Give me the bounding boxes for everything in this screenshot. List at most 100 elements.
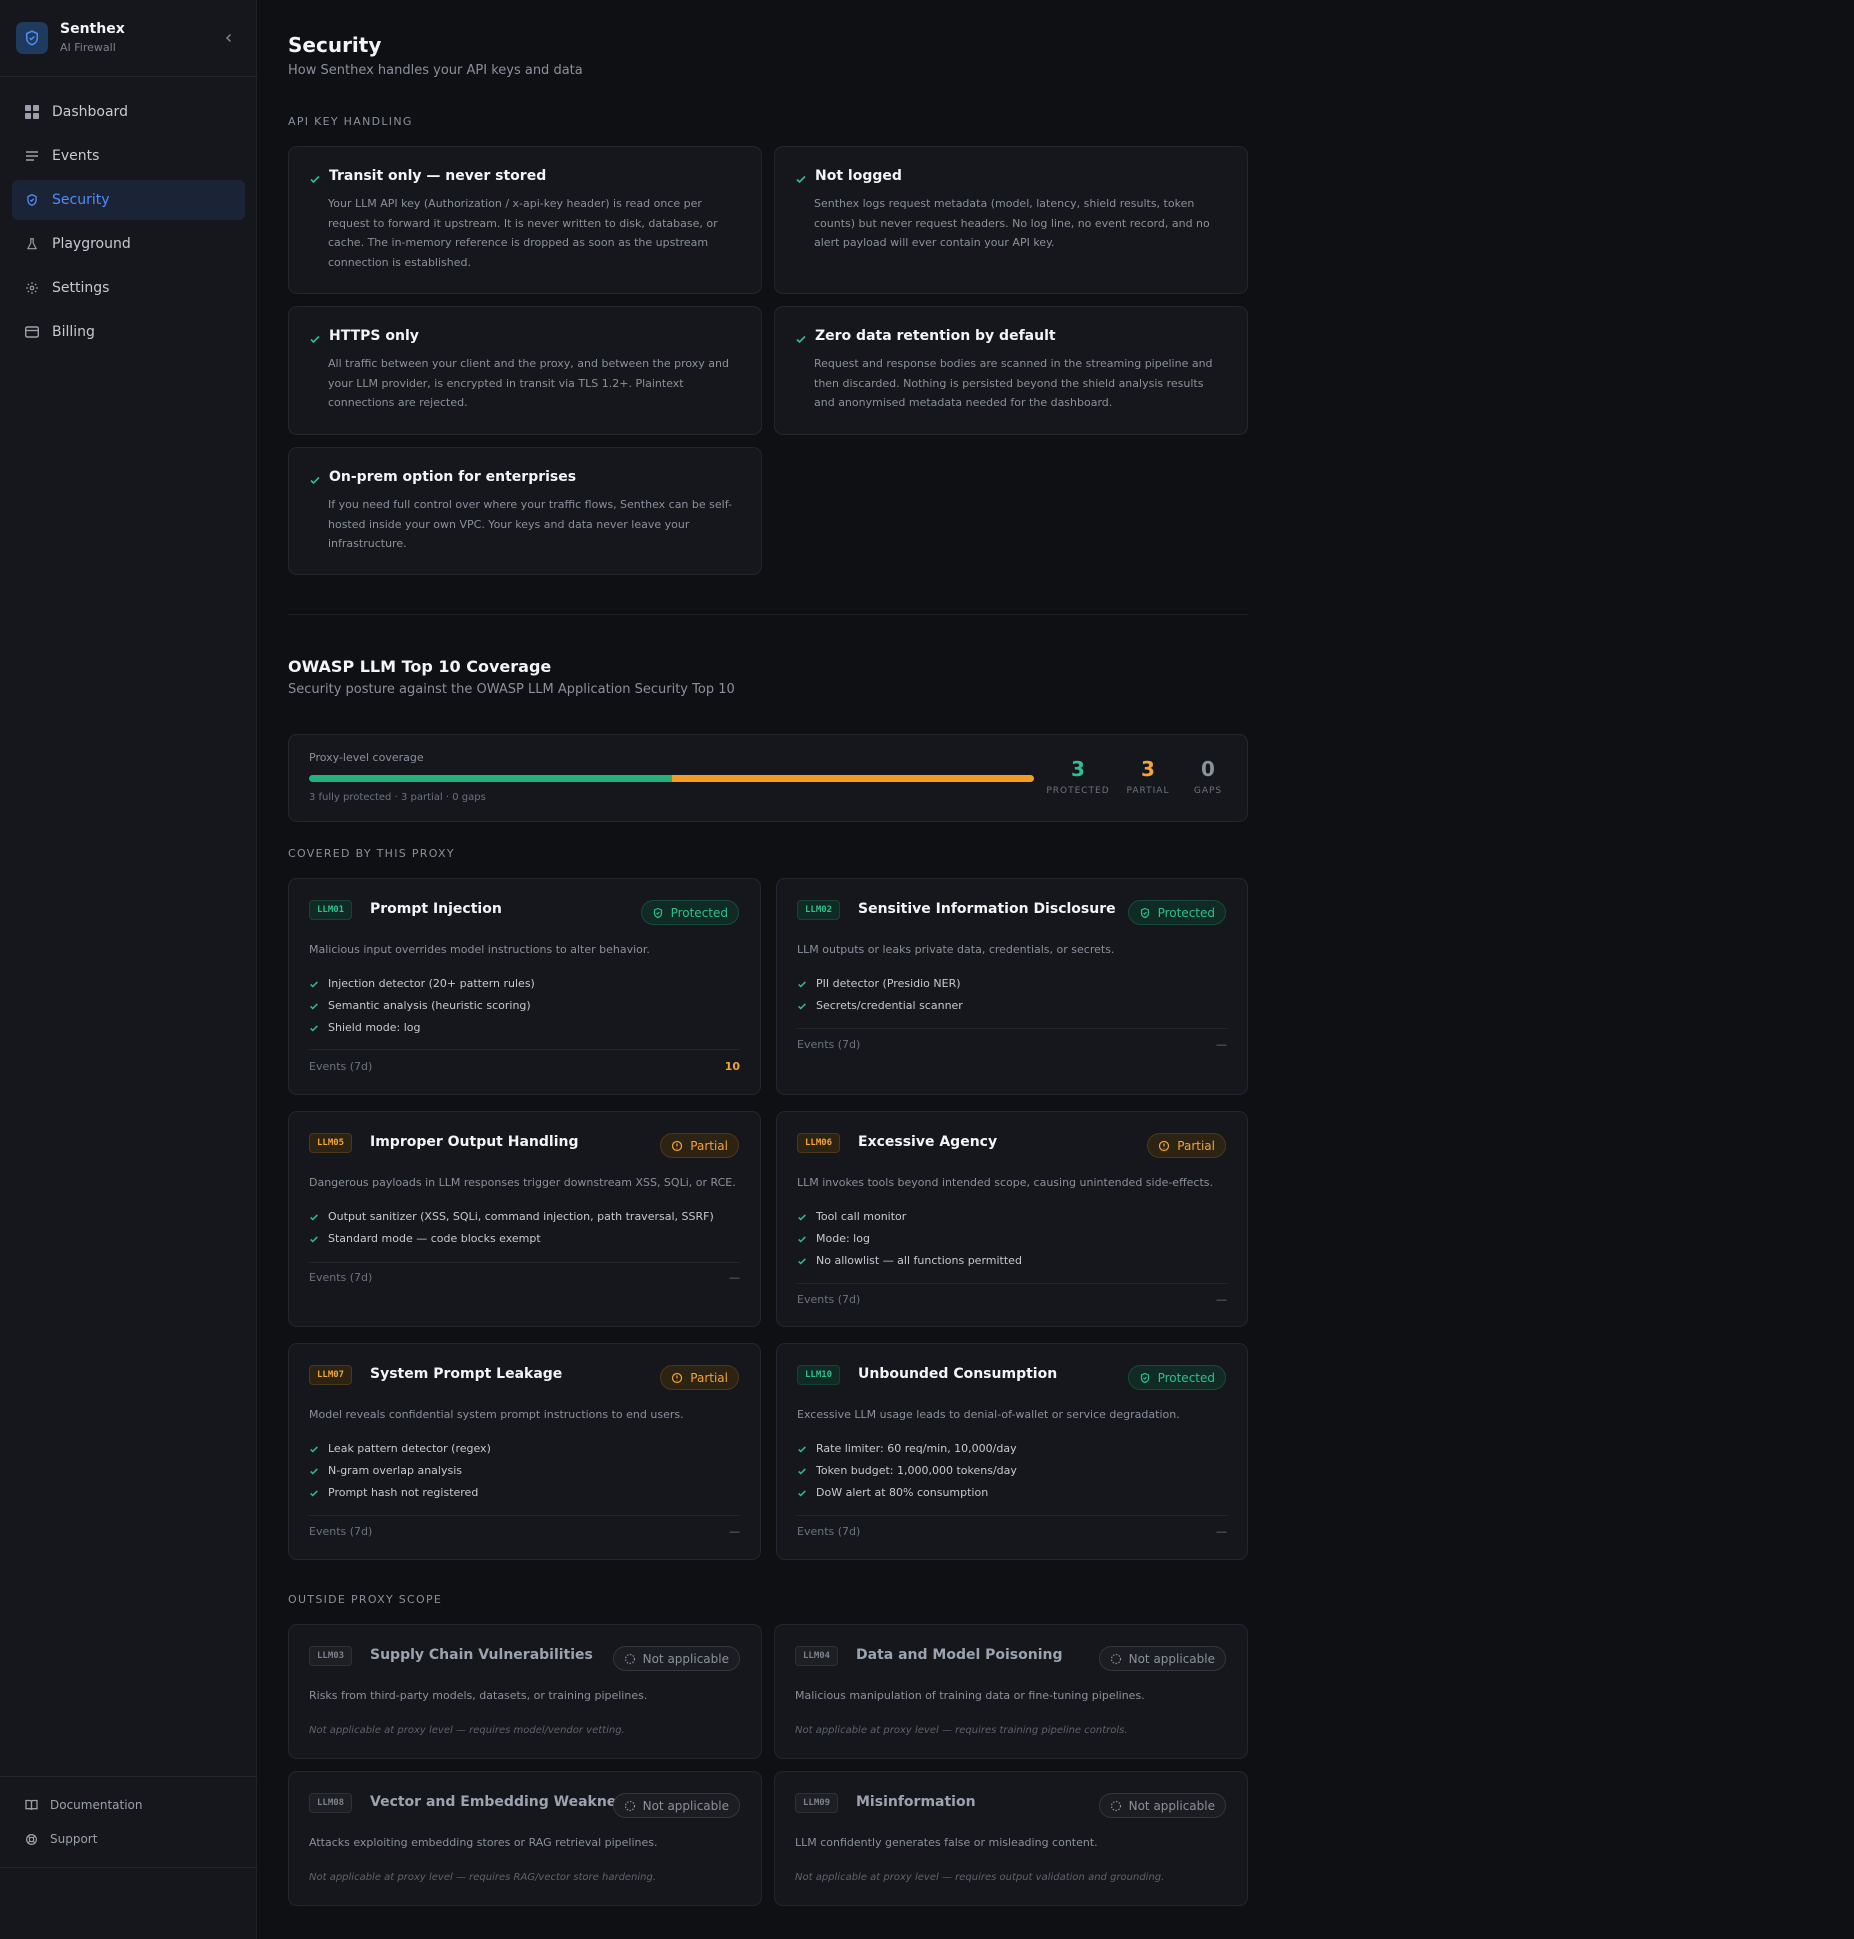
feature-text: Injection detector (20+ pattern rules) [328, 977, 535, 990]
owasp-title: OWASP LLM Top 10 Coverage [288, 657, 552, 676]
alert-circle-icon [672, 1140, 683, 1151]
feature-text: Rate limiter: 60 req/min, 10,000/day [816, 1442, 1017, 1455]
owasp-card-description: Excessive LLM usage leads to denial-of-w… [797, 1408, 1180, 1421]
check-icon [798, 1467, 806, 1475]
events-divider [797, 1028, 1227, 1029]
feature-item: Token budget: 1,000,000 tokens/day [797, 1464, 1017, 1477]
status-badge: Partial [660, 1365, 739, 1390]
owasp-code: LLM03 [309, 1646, 353, 1666]
feature-text: Mode: log [816, 1232, 870, 1245]
events-label: Events (7d) [309, 1525, 373, 1538]
owasp-card-title: Supply Chain Vulnerabilities [370, 1647, 593, 1663]
owasp-code: LLM05 [309, 1133, 353, 1153]
owasp-card-title: Vector and Embedding Weaknesses [370, 1794, 651, 1810]
sidebar: Senthex AI Firewall Dashboard Events Sec… [0, 0, 257, 1939]
feature-item: DoW alert at 80% consumption [797, 1486, 988, 1499]
key-card-title: Not logged [815, 168, 902, 184]
owasp-code: LLM04 [795, 1646, 839, 1666]
sidebar-item-dashboard[interactable]: Dashboard [12, 92, 245, 132]
status-badge: Not applicable [1098, 1793, 1226, 1818]
events-label: Events (7d) [797, 1525, 861, 1538]
status-label: Protected [670, 905, 728, 920]
check-icon [310, 1489, 318, 1497]
not-applicable-note: Not applicable at proxy level — requires… [795, 1725, 1128, 1736]
key-card-title: On-prem option for enterprises [329, 469, 577, 485]
flask-icon [24, 236, 40, 252]
page-subtitle: How Senthex handles your API keys and da… [288, 63, 583, 78]
dashed-circle-icon [624, 1800, 635, 1811]
owasp-card-title: Misinformation [856, 1794, 976, 1810]
owasp-card-llm10: LLM10 Unbounded Consumption Protected Ex… [776, 1343, 1248, 1560]
coverage-bar-partial [671, 775, 1034, 782]
owasp-card-title: Prompt Injection [370, 901, 502, 917]
sidebar-item-security[interactable]: Security [12, 180, 245, 220]
owasp-card-description: Malicious input overrides model instruct… [309, 943, 650, 956]
check-icon [798, 1257, 806, 1265]
feature-item: Secrets/credential scanner [797, 999, 963, 1012]
sidebar-divider [0, 1867, 257, 1868]
feature-item: No allowlist — all functions permitted [797, 1254, 1022, 1267]
key-card-description: Senthex logs request metadata (model, la… [814, 197, 1210, 249]
documentation-link[interactable]: Documentation [24, 1795, 143, 1815]
key-card-title: Transit only — never stored [329, 168, 547, 184]
status-badge: Protected [1127, 1365, 1226, 1390]
check-icon [798, 1002, 806, 1010]
key-card-title: HTTPS only [329, 328, 419, 344]
feature-item: Injection detector (20+ pattern rules) [309, 977, 535, 990]
sidebar-item-playground[interactable]: Playground [12, 224, 245, 264]
sidebar-item-settings[interactable]: Settings [12, 268, 245, 308]
status-badge: Not applicable [1098, 1646, 1226, 1671]
owasp-card-description: LLM outputs or leaks private data, crede… [797, 943, 1115, 956]
dashed-circle-icon [1110, 1800, 1121, 1811]
events-count: — [1216, 1525, 1227, 1538]
check-icon [798, 1445, 806, 1453]
covered-label: COVERED BY THIS PROXY [288, 847, 455, 860]
status-badge: Protected [1127, 900, 1226, 925]
owasp-code: LLM09 [795, 1793, 839, 1813]
sidebar-divider [0, 1776, 257, 1777]
feature-item: Standard mode — code blocks exempt [309, 1232, 541, 1245]
owasp-code: LLM07 [309, 1365, 353, 1385]
feature-text: Tool call monitor [816, 1210, 907, 1223]
status-label: Protected [1157, 1370, 1215, 1385]
owasp-code: LLM08 [309, 1793, 353, 1813]
check-icon [796, 335, 806, 344]
events-divider [309, 1515, 740, 1516]
support-link[interactable]: Support [24, 1829, 97, 1849]
feature-text: Standard mode — code blocks exempt [328, 1232, 541, 1245]
key-card-description: All traffic between your client and the … [328, 357, 729, 409]
card-icon [24, 324, 40, 340]
status-badge: Protected [640, 900, 739, 925]
owasp-card-description: Dangerous payloads in LLM responses trig… [309, 1176, 736, 1189]
check-icon [310, 1002, 318, 1010]
stat-protected: 3 PROTECTED [1043, 757, 1113, 796]
key-card-description: If you need full control over where your… [328, 498, 732, 550]
check-icon [310, 175, 320, 184]
coverage-summary: 3 fully protected · 3 partial · 0 gaps [309, 792, 486, 803]
status-label: Not applicable [642, 1651, 729, 1666]
status-label: Partial [1177, 1138, 1215, 1153]
sidebar-item-billing[interactable]: Billing [12, 312, 245, 352]
sidebar-divider [0, 76, 257, 77]
check-icon [798, 1489, 806, 1497]
events-count: — [1216, 1293, 1227, 1306]
check-icon [796, 175, 806, 184]
key-card-zero-retention: Zero data retention by default Request a… [774, 306, 1248, 435]
feature-item: Shield mode: log [309, 1021, 420, 1034]
section-divider [288, 614, 1248, 615]
brand-subtitle: AI Firewall [60, 41, 116, 54]
brand-name: Senthex [60, 21, 125, 37]
owasp-card-llm06: LLM06 Excessive Agency Partial LLM invok… [776, 1111, 1248, 1327]
status-label: Protected [1157, 905, 1215, 920]
feature-text: Leak pattern detector (regex) [328, 1442, 491, 1455]
check-icon [310, 335, 320, 344]
sidebar-item-events[interactable]: Events [12, 136, 245, 176]
sidebar-item-label: Settings [52, 280, 110, 296]
events-count: — [729, 1525, 740, 1538]
events-count: — [1216, 1038, 1227, 1051]
book-icon [24, 1798, 38, 1812]
check-icon [798, 980, 806, 988]
status-label: Not applicable [1128, 1651, 1215, 1666]
owasp-code: LLM10 [797, 1365, 841, 1385]
collapse-sidebar-button[interactable] [221, 30, 237, 46]
